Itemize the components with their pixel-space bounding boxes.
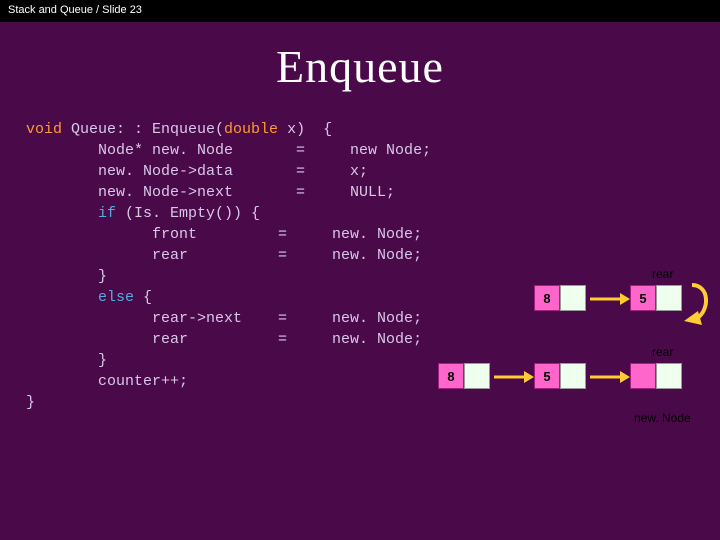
- node-value: 5: [534, 363, 560, 389]
- code-text: x) {: [278, 121, 332, 138]
- code-text: {: [134, 289, 152, 306]
- arrow-icon: [590, 367, 630, 387]
- node-value: [630, 363, 656, 389]
- breadcrumb: Stack and Queue / Slide 23: [8, 4, 142, 16]
- code-text: Queue: : Enqueue(: [62, 121, 224, 138]
- code-text: [26, 289, 98, 306]
- code-area: void Queue: : Enqueue(double x) { Node* …: [0, 119, 720, 413]
- code-text: new. Node->data = x;: [26, 163, 368, 180]
- code-text: rear = new. Node;: [26, 247, 422, 264]
- code-text: [26, 205, 98, 222]
- code-text: }: [26, 352, 107, 369]
- diagram-after: rear 8 5 new. Node: [438, 353, 718, 413]
- code-text: }: [26, 268, 107, 285]
- page-title: Enqueue: [0, 40, 720, 93]
- curved-arrow-icon: [678, 281, 712, 325]
- title-row: Enqueue: [0, 40, 720, 93]
- node-value: 5: [630, 285, 656, 311]
- node-value: 8: [438, 363, 464, 389]
- code-text: Node* new. Node = new Node;: [26, 142, 431, 159]
- code-text: counter++;: [26, 373, 188, 390]
- arrow-icon: [590, 289, 630, 309]
- kw-if: if: [98, 205, 116, 222]
- code-text: front = new. Node;: [26, 226, 422, 243]
- code-text: rear->next = new. Node;: [26, 310, 422, 327]
- code-text: (Is. Empty()) {: [116, 205, 260, 222]
- rear-label: rear: [652, 345, 673, 359]
- arrow-icon: [494, 367, 534, 387]
- newnode-label: new. Node: [634, 411, 691, 425]
- diagram-before: rear 8 5: [492, 275, 712, 335]
- code-text: new. Node->next = NULL;: [26, 184, 395, 201]
- node-value: 8: [534, 285, 560, 311]
- code-text: }: [26, 394, 35, 411]
- rear-label: rear: [652, 267, 673, 281]
- kw-double: double: [224, 121, 278, 138]
- kw-void: void: [26, 121, 62, 138]
- code-text: rear = new. Node;: [26, 331, 422, 348]
- kw-else: else: [98, 289, 134, 306]
- node-ptr: [656, 363, 682, 389]
- node-ptr: [560, 285, 586, 311]
- node-ptr: [560, 363, 586, 389]
- slide-header: Stack and Queue / Slide 23: [0, 0, 720, 22]
- node-ptr: [464, 363, 490, 389]
